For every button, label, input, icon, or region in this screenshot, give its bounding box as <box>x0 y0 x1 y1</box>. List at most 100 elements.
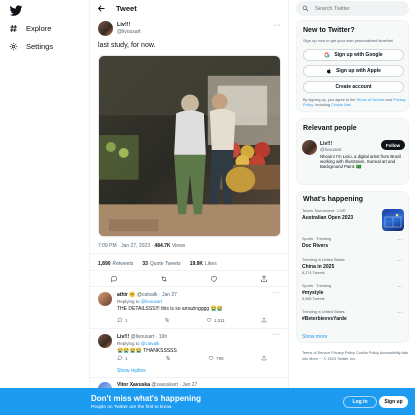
reply-handle: @livousart · 19h <box>130 334 168 340</box>
create-account-button[interactable]: Create account <box>303 81 404 93</box>
whats-happening-title: What's happening <box>303 196 363 203</box>
like-button[interactable]: 796 <box>208 355 224 361</box>
reply-avatar[interactable] <box>98 292 112 306</box>
retweet-icon <box>161 276 167 282</box>
cookie-link[interactable]: Cookie Use <box>331 103 351 107</box>
trend-more-icon[interactable]: ··· <box>397 258 402 264</box>
reply-avatar[interactable] <box>98 334 112 348</box>
reply-header: athir 🤗 @catvalk · Jan 27 <box>117 292 177 298</box>
signup-card-subtitle: Sign up now to get your own personalized… <box>303 38 394 43</box>
relevant-avatar[interactable] <box>302 140 317 155</box>
retweet-button[interactable] <box>165 355 171 361</box>
like-button[interactable]: 1,011 <box>206 317 225 323</box>
trend-title: #mystyle <box>302 290 324 296</box>
like-button[interactable] <box>210 275 218 283</box>
trend-item[interactable]: Sports · Trending Doc Rivers ··· <box>296 237 409 251</box>
show-replies-link[interactable]: Show replies <box>117 368 146 374</box>
trend-title: Australian Open 2023 <box>302 215 354 221</box>
author-handle[interactable]: @livousart <box>117 29 141 35</box>
divider <box>90 377 288 378</box>
share-icon <box>261 275 267 282</box>
search-input[interactable] <box>315 5 400 12</box>
twitter-page: Explore Settings Tweet Liv!!! @livousart… <box>0 0 415 415</box>
trend-count: 8,274 Tweets <box>302 271 325 275</box>
quotes-stat[interactable]: 33 Quote Tweets <box>142 261 180 267</box>
share-button[interactable] <box>261 317 267 323</box>
back-arrow-icon[interactable] <box>97 4 106 13</box>
tweet-text: last study, for now. <box>98 42 156 49</box>
follow-button[interactable]: Follow <box>381 140 405 150</box>
apple-signup-button[interactable]: Sign up with Apple <box>303 65 404 77</box>
more-options-icon[interactable]: ··· <box>273 332 281 338</box>
trend-meta: Tennis Tournament · LIVE <box>302 209 346 213</box>
google-signup-button[interactable]: Sign up with Google <box>303 49 404 61</box>
views-label: Views <box>171 243 186 249</box>
relevant-handle[interactable]: @livousart <box>320 147 341 152</box>
login-button[interactable]: Log in <box>343 396 377 408</box>
trend-more-icon[interactable]: ··· <box>397 284 402 290</box>
nav-explore[interactable]: Explore <box>9 21 51 35</box>
trend-more-icon[interactable]: ··· <box>397 237 402 243</box>
divider <box>90 286 288 287</box>
twitter-bird-icon[interactable] <box>9 4 23 18</box>
share-button[interactable] <box>260 275 268 283</box>
signup-button[interactable]: Sign up <box>379 396 408 408</box>
banner-subtitle: People on Twitter are the first to know. <box>91 405 173 410</box>
trend-title: China in 2025 <box>302 264 335 270</box>
author-name[interactable]: Liv!!! <box>117 22 130 28</box>
page-title: Tweet <box>116 4 137 13</box>
apple-signup-label: Sign up with Apple <box>336 68 381 74</box>
banner-title: Don't miss what's happening <box>91 394 202 403</box>
trend-item[interactable]: Trending in United States #BeterbievvsYa… <box>296 310 409 324</box>
reply-button[interactable]: 1 <box>117 317 128 323</box>
show-more-link[interactable]: Show more <box>302 334 327 340</box>
terms-link[interactable]: Terms of Service <box>356 98 384 102</box>
tweet-time: 7:09 PM · Jan 27, 2023 · <box>98 243 155 249</box>
more-options-icon[interactable]: ··· <box>273 290 281 296</box>
reply-text: 😭😭😭😭 THANKSSSSS <box>117 348 177 354</box>
retweets-label: Retweets <box>112 261 134 267</box>
quotes-count: 33 <box>142 261 148 267</box>
reply-button[interactable] <box>110 275 118 283</box>
retweet-button[interactable] <box>164 317 170 323</box>
likes-count: 19.9K <box>189 261 204 267</box>
trend-item[interactable]: Tennis Tournament · LIVE Australian Open… <box>296 209 409 235</box>
retweet-button[interactable] <box>160 275 168 283</box>
author-avatar[interactable] <box>98 21 113 36</box>
reply-item[interactable]: Liv!!! @livousart · 19h ··· Replying to … <box>90 331 288 379</box>
search-bar[interactable] <box>296 1 409 16</box>
likes-stat[interactable]: 19.9K Likes <box>190 261 217 267</box>
market-painting-image <box>99 56 280 236</box>
tweet-image[interactable] <box>98 55 281 237</box>
replying-to-handle[interactable]: @catvalk <box>141 341 160 346</box>
reply-button[interactable]: 1 <box>117 355 128 361</box>
signup-card-title: New to Twitter? <box>303 27 355 34</box>
likes-label: Likes <box>205 261 217 267</box>
retweets-count: 1,890 <box>98 261 111 267</box>
reply-author-name[interactable]: athir <box>117 292 128 298</box>
reply-icon <box>117 355 123 361</box>
retweets-stat[interactable]: 1,890 Retweets <box>98 261 133 267</box>
trend-item[interactable]: Trending in United States China in 2025 … <box>296 258 409 278</box>
footer-links[interactable]: Terms of Service Privacy Policy Cookie P… <box>302 350 408 362</box>
replying-prefix: Replying to <box>117 341 141 346</box>
nav-settings[interactable]: Settings <box>9 39 53 53</box>
heart-icon <box>208 356 214 361</box>
replying-to-handle[interactable]: @livousart <box>141 299 162 304</box>
trend-count: 5,965 Tweets <box>302 297 325 301</box>
create-account-label: Create account <box>335 84 372 90</box>
more-options-icon[interactable]: ··· <box>273 22 282 29</box>
share-button[interactable] <box>261 355 267 361</box>
google-icon <box>324 52 330 58</box>
trend-meta: Sports · Trending <box>302 237 332 241</box>
reply-item[interactable]: athir 🤗 @catvalk · Jan 27 ··· Replying t… <box>90 289 288 327</box>
tweet-column: Tweet Liv!!! @livousart ··· last study, … <box>89 0 289 415</box>
reply-author-name[interactable]: Liv!!! <box>117 334 129 340</box>
tweet-header: Tweet <box>90 0 288 18</box>
trend-meta: Trending in United States <box>302 310 345 314</box>
search-icon <box>302 5 309 12</box>
trend-meta: Sports · Trending <box>302 284 332 288</box>
trend-more-icon[interactable]: ··· <box>397 310 402 316</box>
trend-item[interactable]: Sports · Trending #mystyle 5,965 Tweets … <box>296 284 409 304</box>
left-nav: Explore Settings <box>0 0 88 415</box>
